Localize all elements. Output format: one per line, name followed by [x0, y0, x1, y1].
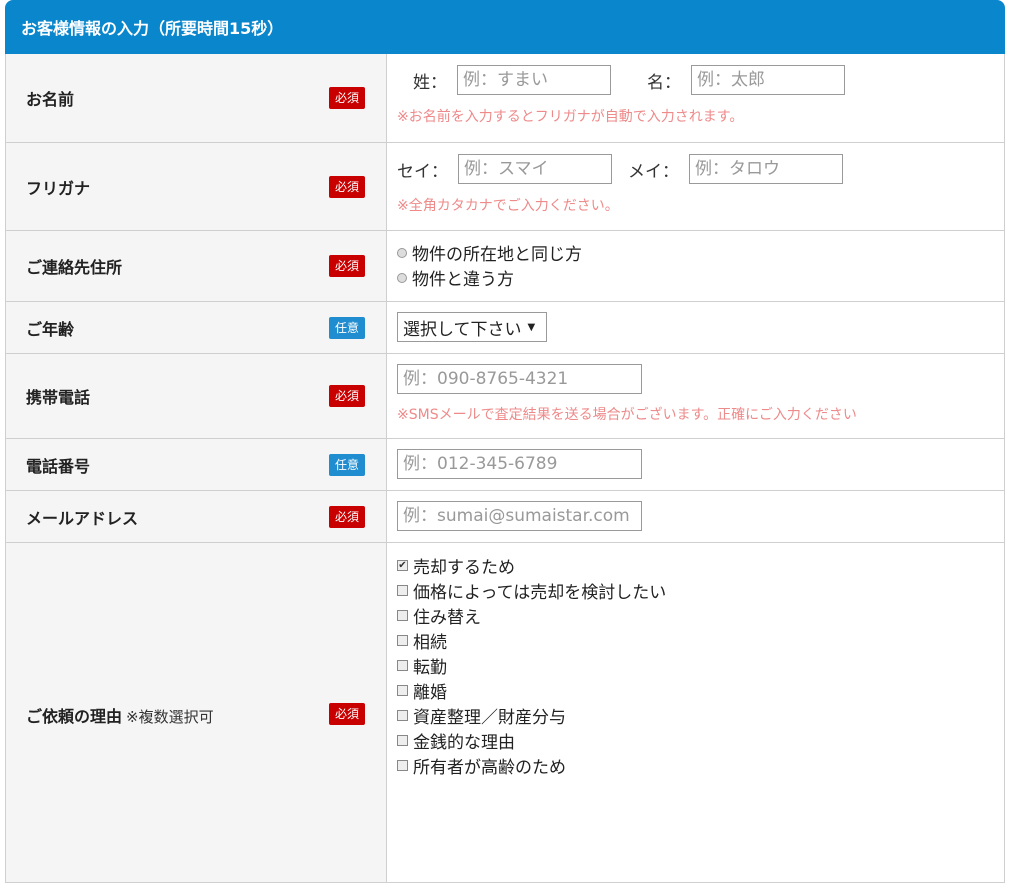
required-badge: 必須: [328, 385, 365, 407]
checkbox-icon[interactable]: [397, 760, 408, 771]
label-cell-age: ご年齢 任意: [6, 302, 387, 353]
label-cell-reason: ご依頼の理由 ※複数選択可 必須: [6, 543, 387, 882]
furigana-hint: ※全角カタカナでご入力ください。: [397, 198, 619, 214]
checkbox-icon[interactable]: [397, 685, 408, 696]
row-age: ご年齢 任意 選択して下さい ▼: [5, 302, 1005, 354]
name-label: お名前: [26, 90, 75, 109]
address-option-different[interactable]: 物件と違う方: [397, 265, 994, 290]
reason-option[interactable]: 相続: [397, 628, 994, 653]
first-name-label: 名：: [647, 72, 681, 93]
value-cell-furigana: セイ： メイ： ※全角カタカナでご入力ください。: [387, 143, 1004, 230]
email-input[interactable]: [397, 501, 642, 531]
optional-badge: 任意: [328, 316, 365, 339]
row-reason: ご依頼の理由 ※複数選択可 必須 ✔ 売却するため 価格によっては売却を検討したい…: [5, 543, 1005, 883]
last-name-input[interactable]: [457, 65, 611, 95]
reason-option[interactable]: ✔ 売却するため: [397, 553, 994, 578]
value-cell-mobile: ※SMSメールで査定結果を送る場合がございます。正確にご入力ください: [387, 354, 1004, 438]
reason-note: ※複数選択可: [126, 708, 214, 726]
label-cell-email: メールアドレス 必須: [6, 491, 387, 542]
address-option-same[interactable]: 物件の所在地と同じ方: [397, 240, 994, 265]
reason-option[interactable]: 転勤: [397, 653, 994, 678]
first-kana-label: メイ：: [628, 161, 679, 182]
row-email: メールアドレス 必須: [5, 491, 1005, 543]
first-name-input[interactable]: [691, 65, 845, 95]
row-address: ご連絡先住所 必須 物件の所在地と同じ方 物件と違う方: [5, 231, 1005, 302]
value-cell-age: 選択して下さい ▼: [387, 302, 1004, 353]
phone-input[interactable]: [397, 449, 642, 479]
first-kana-input[interactable]: [689, 154, 843, 184]
reason-option[interactable]: 離婚: [397, 678, 994, 703]
age-select[interactable]: 選択して下さい ▼: [397, 312, 547, 342]
form-title: お客様情報の入力（所要時間15秒）: [21, 19, 284, 38]
row-furigana: フリガナ 必須 セイ： メイ： ※全角カタカナでご入力ください。: [5, 143, 1005, 231]
reason-option[interactable]: 金銭的な理由: [397, 728, 994, 753]
label-cell-furigana: フリガナ 必須: [6, 143, 387, 230]
reason-label: ご依頼の理由 ※複数選択可: [26, 707, 214, 726]
email-label: メールアドレス: [26, 508, 139, 528]
label-cell-mobile: 携帯電話 必須: [6, 354, 387, 438]
address-label: ご連絡先住所: [26, 258, 123, 277]
last-name-label: 姓：: [413, 72, 447, 93]
label-cell-phone: 電話番号 任意: [6, 439, 387, 490]
value-cell-phone: [387, 439, 1004, 490]
value-cell-reason: ✔ 売却するため 価格によっては売却を検討したい 住み替え 相続 転勤 離婚 資…: [387, 543, 1004, 882]
value-cell-name: 姓： 名： ※お名前を入力するとフリガナが自動で入力されます。: [387, 54, 1004, 142]
row-mobile: 携帯電話 必須 ※SMSメールで査定結果を送る場合がございます。正確にご入力くだ…: [5, 354, 1005, 439]
checkbox-icon[interactable]: [397, 710, 408, 721]
checkbox-icon[interactable]: [397, 610, 408, 621]
reason-option[interactable]: 所有者が高齢のため: [397, 753, 994, 778]
value-cell-email: [387, 491, 1004, 542]
name-hint: ※お名前を入力するとフリガナが自動で入力されます。: [397, 109, 744, 125]
checkbox-icon[interactable]: [397, 635, 408, 646]
radio-icon[interactable]: [397, 247, 407, 258]
reason-option[interactable]: 住み替え: [397, 603, 994, 628]
dropdown-caret-icon: ▼: [527, 321, 536, 333]
optional-badge: 任意: [328, 453, 365, 476]
checkbox-icon[interactable]: [397, 585, 408, 596]
label-cell-address: ご連絡先住所 必須: [6, 231, 387, 301]
required-badge: 必須: [328, 175, 365, 198]
radio-icon[interactable]: [397, 272, 407, 283]
phone-label: 電話番号: [26, 456, 91, 476]
reason-option[interactable]: 資産整理／財産分与: [397, 703, 994, 728]
checkbox-icon[interactable]: [397, 660, 408, 671]
mobile-label: 携帯電話: [26, 388, 91, 407]
row-phone: 電話番号 任意: [5, 439, 1005, 491]
last-kana-input[interactable]: [458, 154, 612, 184]
required-badge: 必須: [328, 703, 365, 725]
age-label: ご年齢: [26, 319, 75, 339]
required-badge: 必須: [328, 505, 365, 528]
mobile-input[interactable]: [397, 364, 642, 394]
required-badge: 必須: [328, 255, 365, 277]
last-kana-label: セイ：: [397, 161, 448, 182]
customer-info-form: お客様情報の入力（所要時間15秒） お名前 必須 姓： 名： ※お名前を入力する…: [5, 0, 1005, 883]
required-badge: 必須: [328, 87, 365, 109]
checkbox-icon[interactable]: [397, 735, 408, 746]
value-cell-address: 物件の所在地と同じ方 物件と違う方: [387, 231, 1004, 301]
checkbox-checked-icon[interactable]: ✔: [397, 560, 408, 571]
label-cell-name: お名前 必須: [6, 54, 387, 142]
furigana-label: フリガナ: [26, 178, 91, 198]
form-header: お客様情報の入力（所要時間15秒）: [5, 0, 1005, 54]
row-name: お名前 必須 姓： 名： ※お名前を入力するとフリガナが自動で入力されます。: [5, 54, 1005, 143]
reason-option[interactable]: 価格によっては売却を検討したい: [397, 578, 994, 603]
mobile-hint: ※SMSメールで査定結果を送る場合がございます。正確にご入力ください: [397, 407, 857, 423]
